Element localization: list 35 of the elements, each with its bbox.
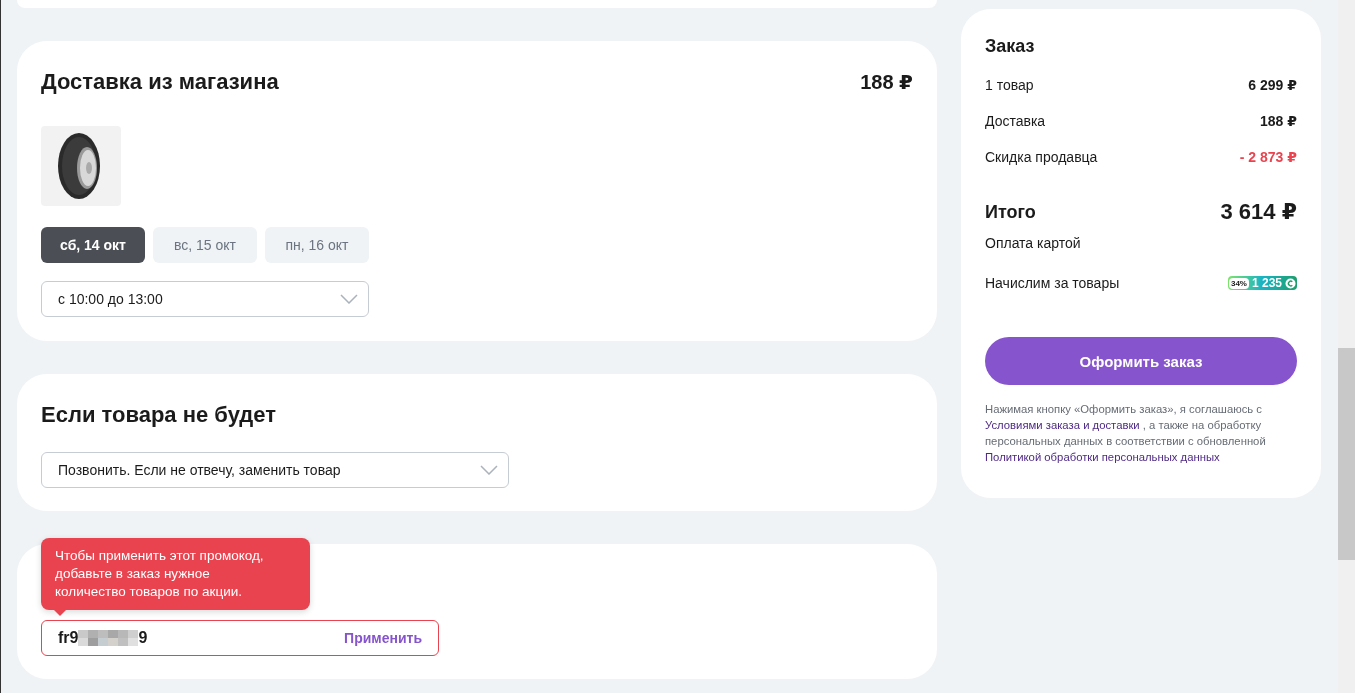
- total-label: Итого: [985, 201, 1036, 223]
- summary-label: 1 товар: [985, 77, 1034, 93]
- promo-code-text: fr9: [58, 629, 79, 647]
- delivery-price: 188 ₽: [860, 70, 913, 94]
- payment-method: Оплата картой: [985, 235, 1081, 251]
- scrollbar-thumb[interactable]: [1338, 348, 1355, 560]
- total-value: 3 614 ₽: [1220, 199, 1297, 225]
- checkout-button[interactable]: Оформить заказ: [985, 337, 1297, 385]
- date-tab[interactable]: вс, 15 окт: [153, 227, 257, 263]
- privacy-link[interactable]: Политикой обработки персональных данных: [985, 451, 1220, 463]
- section-title: Доставка из магазина: [41, 69, 279, 95]
- summary-value: - 2 873 ₽: [1239, 149, 1297, 165]
- coin-icon: [1285, 277, 1296, 289]
- tooltip-pointer: [53, 609, 67, 616]
- section-title: Если товара не будет: [41, 402, 277, 428]
- promo-code-text: 9: [138, 629, 148, 647]
- summary-label: Доставка: [985, 113, 1046, 129]
- date-tab[interactable]: сб, 14 окт: [41, 227, 145, 263]
- time-select[interactable]: с 10:00 до 13:00: [41, 281, 369, 317]
- promo-code-field[interactable]: fr9 9 Применить: [41, 620, 439, 656]
- summary-value: 188 ₽: [1260, 113, 1297, 129]
- summary-value: 6 299 ₽: [1248, 77, 1297, 93]
- apply-button[interactable]: Применить: [344, 630, 422, 646]
- date-tab[interactable]: пн, 16 окт: [265, 227, 369, 263]
- legal-text: Нажимая кнопку «Оформить заказ», я соглашаюсь с Условиями заказа и доставки , а также на обработку персональных данных в соответствии с обновленной Политикой обработки персональных данных: [985, 402, 1267, 465]
- bonus-badge: 34% 1 235: [1227, 276, 1297, 290]
- error-tooltip: Чтобы применить этот промокод, добавьте в заказ нужное количество товаров по акции.: [41, 538, 310, 610]
- bonus-label: Начислим за товары: [985, 275, 1120, 291]
- terms-link[interactable]: Условиями заказа и доставки: [985, 419, 1140, 431]
- scrollbar[interactable]: [1338, 0, 1355, 693]
- summary-label: Скидка продавца: [985, 149, 1098, 165]
- chevron-down-icon: [340, 294, 358, 304]
- chevron-down-icon: [480, 465, 498, 475]
- summary-title: Заказ: [985, 36, 1036, 57]
- option-select[interactable]: Позвонить. Если не отвечу, заменить товар: [41, 452, 509, 488]
